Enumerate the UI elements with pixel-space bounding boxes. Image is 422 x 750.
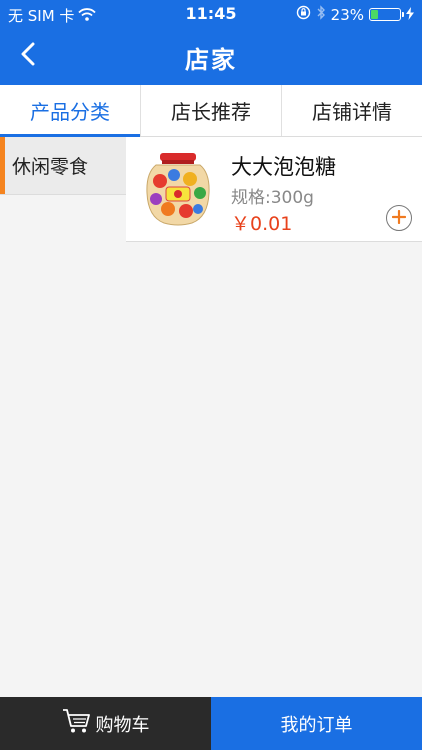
product-item[interactable]: 大大泡泡糖 规格:300g ￥0.01 [126, 137, 422, 242]
bottom-bar: 购物车 我的订单 [0, 697, 422, 750]
cart-icon [62, 708, 90, 739]
plus-circle-icon [391, 209, 407, 228]
cart-button[interactable]: 购物车 [0, 697, 211, 750]
product-price: ￥0.01 [231, 213, 293, 235]
header: 无 SIM 卡 11:45 23% 店家 [0, 0, 422, 85]
category-item-snacks[interactable]: 休闲零食 [0, 137, 126, 195]
category-sidebar: 休闲零食 [0, 137, 126, 697]
tab-bar: 产品分类 店长推荐 店铺详情 [0, 85, 422, 137]
tab-product-categories[interactable]: 产品分类 [0, 85, 141, 137]
nav-bar: 店家 [0, 28, 422, 85]
my-orders-button[interactable]: 我的订单 [211, 697, 422, 750]
product-list: 大大泡泡糖 规格:300g ￥0.01 [126, 137, 422, 242]
add-to-cart-button[interactable] [386, 205, 412, 231]
tab-store-details[interactable]: 店铺详情 [282, 85, 422, 136]
battery-icon [369, 8, 404, 21]
tab-manager-picks[interactable]: 店长推荐 [141, 85, 282, 136]
cart-label: 购物车 [95, 714, 150, 736]
product-spec: 规格:300g [231, 188, 314, 208]
candy-jar-image [142, 151, 214, 227]
orientation-lock-icon [296, 5, 311, 24]
status-bar: 无 SIM 卡 11:45 23% [0, 0, 422, 28]
battery-fill [371, 10, 378, 19]
page-title: 店家 [185, 46, 237, 74]
battery-percent: 23% [330, 5, 364, 24]
bluetooth-icon [316, 5, 326, 24]
product-name: 大大泡泡糖 [231, 155, 336, 179]
charging-icon [406, 6, 414, 24]
